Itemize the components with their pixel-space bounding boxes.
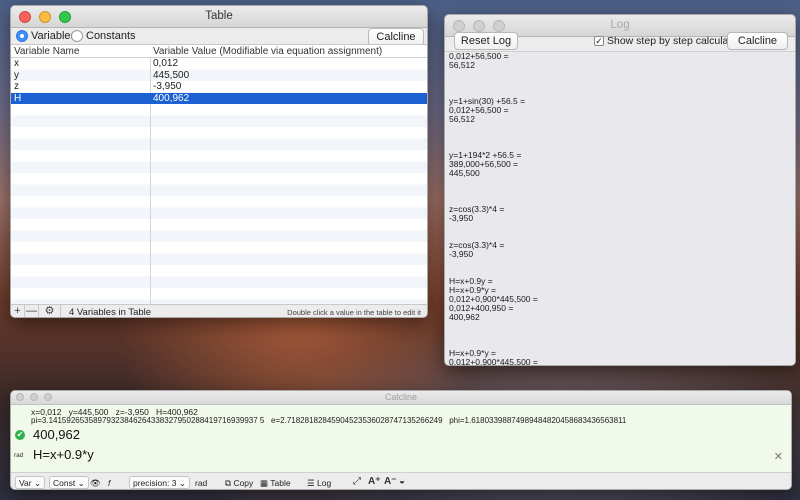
function-icon[interactable]: f: [104, 476, 114, 489]
variables-radio-label[interactable]: Variables: [31, 30, 76, 42]
table-row[interactable]: x 0,012: [11, 58, 427, 70]
table-row[interactable]: y 445,500: [11, 69, 427, 82]
step-checkbox-label[interactable]: Show step by step calculation: [607, 35, 745, 47]
window-title: Calcline: [384, 392, 417, 402]
precision-dropdown[interactable]: precision: 3 ⌄: [129, 476, 190, 489]
gear-icon[interactable]: ⚙: [39, 305, 61, 317]
add-variable-button[interactable]: +: [11, 305, 25, 317]
calcline-titlebar[interactable]: Calcline: [11, 391, 791, 405]
angle-mode-button[interactable]: rad: [191, 476, 211, 489]
angle-mode-tag: rad: [14, 452, 24, 459]
log-button[interactable]: ☰ Log: [303, 476, 335, 489]
variable-name-cell: y: [14, 69, 19, 81]
variable-value-cell[interactable]: 0,012: [153, 58, 178, 69]
table-row[interactable]: z -3,950: [11, 81, 427, 93]
variable-name-cell: H: [14, 92, 22, 104]
const-dropdown[interactable]: Const ⌄: [49, 476, 89, 489]
variable-value-cell[interactable]: -3,950: [153, 81, 181, 92]
constants-radio-label[interactable]: Constants: [86, 30, 136, 42]
variable-name-cell: z: [14, 81, 19, 92]
copy-button[interactable]: ⧉ Copy: [221, 476, 257, 489]
font-decrease-icon[interactable]: A⁻: [384, 476, 397, 487]
variable-value-cell[interactable]: 445,500: [153, 70, 189, 81]
variable-name-cell: x: [14, 58, 19, 69]
variable-value-cell[interactable]: 400,962: [153, 93, 189, 104]
log-output[interactable]: 0,012+56,500 = 56,512 y=1+sin(30) +56.5 …: [445, 51, 795, 365]
reset-log-button[interactable]: Reset Log: [454, 32, 518, 50]
constants-summary: pi=3.14159265358979323846264338327950288…: [31, 416, 627, 425]
table-titlebar[interactable]: Table: [11, 6, 427, 28]
font-increase-icon[interactable]: A⁺: [368, 476, 381, 487]
window-title: Log: [610, 19, 630, 31]
calcline-toolbar: Var ⌄ Const ⌄ 👁 f precision: 3 ⌄ rad ⧉ C…: [11, 472, 791, 489]
constants-radio[interactable]: [71, 30, 83, 42]
table-window: Table Variables Constants Calcline Varia…: [10, 5, 428, 318]
variables-radio[interactable]: [16, 30, 28, 42]
expand-icon[interactable]: ⤢: [353, 476, 361, 487]
column-header-value[interactable]: Variable Value (Modifiable via equation …: [153, 46, 382, 57]
edit-hint: Double click a value in the table to edi…: [287, 308, 421, 317]
calcline-body: x=0,012 y=445,500 z=-3,950 H=400,962 pi=…: [11, 405, 791, 472]
mode-radio-group: Variables Constants Calcline: [11, 28, 427, 46]
calcline-window: Calcline x=0,012 y=445,500 z=-3,950 H=40…: [10, 390, 792, 490]
result-value: 400,962: [33, 427, 80, 442]
var-dropdown[interactable]: Var ⌄: [15, 476, 46, 489]
clear-icon[interactable]: ✕: [774, 450, 783, 463]
table-row[interactable]: H 400,962: [11, 92, 427, 104]
paint-bucket-icon[interactable]: ◒: [399, 476, 405, 487]
step-checkbox[interactable]: ✓: [594, 36, 604, 46]
table-body: x 0,012 y 445,500 z -3,950 H 400,962: [11, 58, 427, 304]
log-window: Log Reset Log ✓ Show step by step calcul…: [444, 14, 796, 366]
variable-count: 4 Variables in Table: [69, 307, 152, 318]
calcline-button[interactable]: Calcline: [727, 32, 788, 50]
table-button[interactable]: ▦ Table: [256, 476, 295, 489]
variables-table: Variable Name Variable Value (Modifiable…: [11, 44, 427, 304]
column-header-name[interactable]: Variable Name: [14, 46, 79, 57]
log-text: 0,012+56,500 = 56,512 y=1+sin(30) +56.5 …: [449, 51, 538, 365]
check-icon: ✔: [15, 430, 25, 440]
table-header: Variable Name Variable Value (Modifiable…: [11, 45, 427, 58]
eye-icon[interactable]: 👁: [86, 476, 105, 489]
expression-input[interactable]: H=x+0.9*y: [33, 447, 94, 462]
remove-variable-button[interactable]: —: [25, 305, 39, 317]
window-title: Table: [205, 10, 233, 22]
table-footer: + — ⚙ 4 Variables in Table Double click …: [11, 304, 427, 318]
